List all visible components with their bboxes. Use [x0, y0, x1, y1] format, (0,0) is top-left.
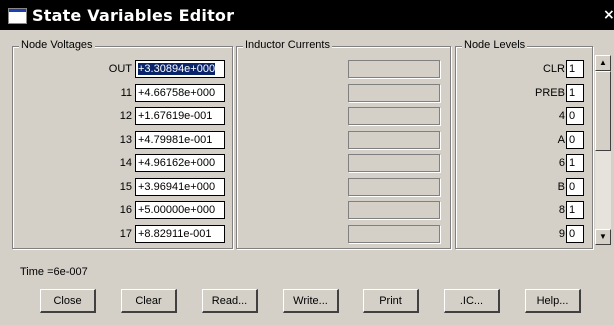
- node-voltage-value: +4.96162e+000: [138, 157, 216, 169]
- node-voltage-field[interactable]: +4.96162e+000: [135, 154, 225, 172]
- time-status: Time =6e-007: [20, 266, 88, 278]
- node-voltage-value: +4.66758e+000: [138, 87, 216, 99]
- node-level-label: B: [557, 181, 565, 193]
- node-level-field[interactable]: 1: [566, 201, 584, 219]
- scroll-up-icon[interactable]: ▲: [595, 55, 611, 71]
- inductor-current-field: [348, 201, 440, 219]
- node-level-label: 8: [558, 204, 565, 216]
- node-voltage-field[interactable]: +5.00000e+000: [135, 201, 225, 219]
- write-button[interactable]: Write...: [283, 289, 339, 313]
- node-levels-scrollbar[interactable]: ▲ ▼: [595, 55, 611, 245]
- inductor-current-field: [348, 84, 440, 102]
- node-level-label: PREB: [535, 87, 565, 99]
- node-voltage-field[interactable]: +3.96941e+000: [135, 178, 225, 196]
- node-level-field[interactable]: 0: [566, 107, 584, 125]
- help-button[interactable]: Help...: [525, 289, 581, 313]
- node-voltage-label: OUT: [108, 63, 132, 75]
- title-bar: State Variables Editor ×: [0, 0, 614, 30]
- inductor-current-field: [348, 107, 440, 125]
- node-level-label: 6: [558, 157, 565, 169]
- node-voltage-label: 17: [119, 228, 132, 240]
- node-voltages-legend: Node Voltages: [19, 39, 95, 51]
- node-voltage-field[interactable]: +8.82911e-001: [135, 225, 225, 243]
- close-button[interactable]: Close: [40, 289, 96, 313]
- window-icon: [8, 8, 27, 24]
- scroll-thumb[interactable]: [595, 71, 611, 151]
- ic-button[interactable]: .IC...: [444, 289, 500, 313]
- inductor-current-field: [348, 178, 440, 196]
- window-title: State Variables Editor: [32, 6, 235, 25]
- node-voltage-label: 12: [119, 110, 132, 122]
- node-level-field[interactable]: 1: [566, 60, 584, 78]
- node-voltage-value: +8.82911e-001: [138, 228, 212, 240]
- node-voltage-value: +5.00000e+000: [138, 204, 216, 216]
- node-level-label: CLR: [542, 63, 565, 75]
- node-voltage-field[interactable]: +3.30894e+000: [135, 60, 225, 78]
- read-button[interactable]: Read...: [202, 289, 258, 313]
- node-voltage-label: 13: [119, 134, 132, 146]
- inductor-current-field: [348, 225, 440, 243]
- node-voltage-field[interactable]: +4.66758e+000: [135, 84, 225, 102]
- node-voltage-label: 15: [119, 181, 132, 193]
- close-window-button[interactable]: ×: [603, 8, 614, 22]
- node-voltage-label: 14: [119, 157, 132, 169]
- node-voltage-label: 11: [120, 87, 132, 99]
- node-voltage-label: 16: [119, 204, 132, 216]
- node-levels-legend: Node Levels: [462, 39, 528, 51]
- node-voltage-value: +3.30894e+000: [138, 63, 216, 75]
- node-level-label: 9: [558, 228, 565, 240]
- node-level-field[interactable]: 0: [566, 131, 584, 149]
- node-voltage-value: +3.96941e+000: [138, 181, 216, 193]
- node-level-field[interactable]: 0: [566, 178, 584, 196]
- node-voltage-value: +4.79981e-001: [138, 134, 213, 146]
- node-level-label: 4: [558, 110, 565, 122]
- node-voltage-field[interactable]: +1.67619e-001: [135, 107, 225, 125]
- node-voltage-field[interactable]: +4.79981e-001: [135, 131, 225, 149]
- node-level-label: A: [557, 134, 565, 146]
- node-level-field[interactable]: 1: [566, 154, 584, 172]
- inductor-current-field: [348, 154, 440, 172]
- inductor-currents-legend: Inductor Currents: [243, 39, 332, 51]
- inductor-current-field: [348, 60, 440, 78]
- node-level-field[interactable]: 1: [566, 84, 584, 102]
- inductor-current-field: [348, 131, 440, 149]
- print-button[interactable]: Print: [363, 289, 419, 313]
- scroll-down-icon[interactable]: ▼: [595, 229, 611, 245]
- node-voltage-value: +1.67619e-001: [138, 110, 213, 122]
- node-level-field[interactable]: 0: [566, 225, 584, 243]
- clear-button[interactable]: Clear: [121, 289, 177, 313]
